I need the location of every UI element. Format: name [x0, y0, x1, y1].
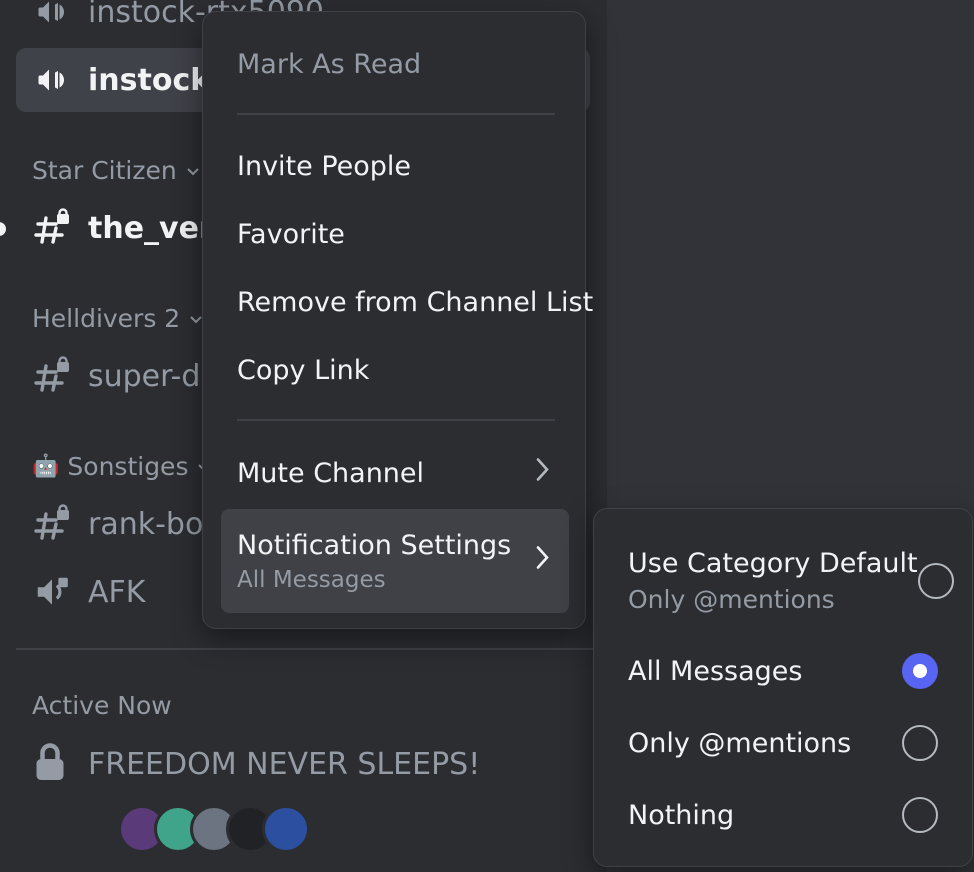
radio-unchecked-icon[interactable]	[902, 725, 938, 761]
announcement-icon	[32, 0, 72, 32]
menu-item-mute-channel[interactable]: Mute Channel	[221, 445, 569, 501]
option-nothing[interactable]: Nothing	[610, 787, 956, 843]
option-text: Nothing	[628, 800, 734, 831]
locked-text-channel-icon	[32, 208, 72, 248]
menu-item-label: Remove from Channel List	[237, 286, 594, 318]
channel-name: AFK	[88, 574, 146, 610]
menu-item-label: Mute Channel	[237, 457, 425, 489]
menu-separator	[237, 419, 555, 421]
option-label: Nothing	[628, 799, 735, 831]
menu-item-favorite[interactable]: Favorite	[221, 206, 569, 262]
option-label: Only @mentions	[628, 727, 852, 759]
chevron-right-icon	[535, 457, 551, 490]
menu-item-label: Invite People	[237, 150, 412, 182]
sidebar-divider	[16, 648, 606, 650]
category-helldivers-2[interactable]: Helldivers 2	[32, 304, 204, 333]
option-text: Only @mentions	[628, 728, 851, 759]
option-text: Use Category Default Only @mentions	[628, 548, 918, 614]
robot-emoji-icon: 🤖	[32, 454, 60, 479]
option-all-messages[interactable]: All Messages	[610, 643, 956, 699]
category-sonstiges[interactable]: 🤖 Sonstiges	[32, 452, 212, 481]
menu-separator	[237, 113, 555, 115]
menu-item-label: Mark As Read	[237, 48, 422, 80]
radio-unchecked-icon[interactable]	[917, 563, 954, 599]
avatar	[262, 805, 310, 853]
active-now-title: Active Now	[32, 691, 172, 720]
lock-icon	[32, 742, 68, 786]
menu-item-mark-as-read[interactable]: Mark As Read	[221, 36, 569, 92]
menu-item-invite-people[interactable]: Invite People	[221, 138, 569, 194]
active-activity[interactable]: FREEDOM NEVER SLEEPS!	[32, 742, 480, 786]
notification-settings-submenu: Use Category Default Only @mentions All …	[593, 508, 973, 867]
chevron-right-icon	[535, 545, 551, 578]
option-text: All Messages	[628, 656, 802, 687]
announcement-icon	[32, 60, 72, 100]
locked-text-channel-icon	[32, 504, 72, 544]
menu-item-notification-settings[interactable]: Notification Settings All Messages	[221, 509, 569, 613]
option-only-mentions[interactable]: Only @mentions	[610, 715, 956, 771]
locked-text-channel-icon	[32, 356, 72, 396]
unread-indicator	[0, 222, 6, 236]
channel-name: rank-bot	[88, 506, 216, 542]
option-use-category-default[interactable]: Use Category Default Only @mentions	[610, 543, 956, 619]
menu-item-copy-link[interactable]: Copy Link	[221, 342, 569, 398]
channel-context-menu: Mark As Read Invite People Favorite Remo…	[202, 11, 593, 629]
menu-item-label: Notification Settings	[237, 529, 512, 561]
menu-item-sublabel: All Messages	[237, 566, 386, 593]
radio-unchecked-icon[interactable]	[902, 797, 938, 833]
active-avatars[interactable]	[118, 805, 310, 853]
option-label: Use Category Default	[628, 548, 918, 579]
category-name: Helldivers 2	[32, 304, 181, 333]
voice-channel-icon	[32, 572, 72, 612]
radio-checked-icon[interactable]	[902, 653, 938, 689]
category-star-citizen[interactable]: Star Citizen	[32, 156, 201, 185]
category-name: Star Citizen	[32, 156, 177, 185]
option-label: All Messages	[628, 655, 803, 687]
menu-item-label: Copy Link	[237, 354, 370, 386]
menu-item-remove-from-channel-list[interactable]: Remove from Channel List	[221, 274, 593, 330]
category-name: Sonstiges	[67, 452, 189, 481]
menu-item-label: Favorite	[237, 218, 345, 250]
activity-name: FREEDOM NEVER SLEEPS!	[88, 746, 481, 782]
option-sublabel: Only @mentions	[628, 585, 835, 614]
chevron-down-icon	[185, 156, 201, 185]
